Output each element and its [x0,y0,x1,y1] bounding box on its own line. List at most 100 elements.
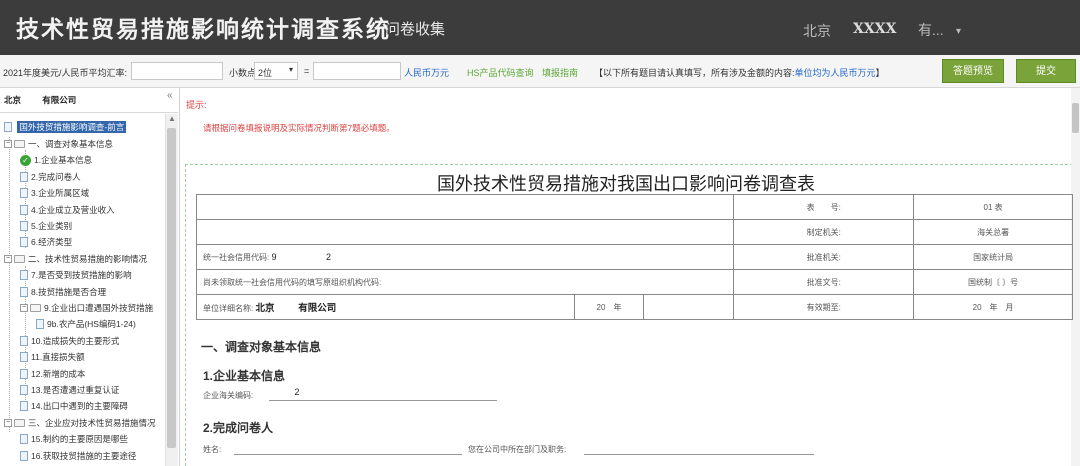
table-row: 制定机关: 海关总署 [195,219,1073,245]
fill-guide-link[interactable]: 填报指南 [542,66,578,79]
name-input[interactable] [234,454,462,455]
toolbar-notice: 【以下所有题目请认真填写，所有涉及金额的内容:单位均为人民币万元】 [594,66,885,79]
company-name-value: 北京 有限公司 [255,303,337,314]
table-cell [195,219,735,245]
sidebar-item[interactable]: 12.新增的成本 [20,368,85,384]
document-icon [20,237,28,248]
sidebar-item[interactable]: 5.企业类别 [20,220,72,236]
scroll-up-icon[interactable]: ▲ [168,114,176,123]
sidebar-scrollbar-thumb[interactable] [167,128,176,448]
org-code-cell[interactable]: 尚未领取统一社会信用代码的填写原组织机构代码: [195,269,735,295]
document-icon [20,352,28,363]
notice-suffix: 】 [875,68,885,78]
submit-button[interactable]: 提交 [1016,59,1076,83]
decimal-label: 小数点 [229,68,257,78]
table-key: 有效期至: [733,294,915,320]
check-circle-icon: ✓ [20,154,31,166]
sidebar-item[interactable]: 9b.农产品(HS编码1-24) [36,318,136,334]
sidebar-item[interactable]: 7.是否受到技贸措施的影响 [20,269,132,285]
document-icon [20,335,28,346]
hs-code-query-link[interactable]: HS产品代码查询 [467,66,534,79]
sidebar-item-label: 一、调查对象基本信息 [28,139,114,149]
form-border-top [185,164,1073,165]
decimal-select[interactable]: 2位 ▾ [254,62,298,80]
sidebar-item[interactable]: 2.完成问卷人 [20,171,81,187]
document-icon [20,401,28,412]
document-icon [20,385,28,395]
book-icon [4,122,12,132]
sidebar-item[interactable]: 6.经济类型 [20,236,72,252]
document-icon [20,434,28,445]
sidebar-item[interactable]: 16.获取技贸措施的主要途径 [20,450,136,466]
sidebar-item[interactable]: 13.是否遭遇过重复认证 [20,384,119,400]
header-city: 北京 [803,23,831,39]
table-row: 统一社会信用代码: 9 2 批准机关: 国家统计局 [195,244,1073,270]
header-user[interactable]: XXXX [853,21,896,37]
decimal-select-value: 2位 [258,68,273,78]
sidebar-item[interactable]: 3.企业所属区域 [20,187,89,203]
collapse-icon[interactable]: « [167,90,173,101]
expand-toggle-icon[interactable]: − [4,254,12,263]
department-input[interactable] [584,454,814,455]
sidebar-item-label: 4.企业成立及营业收入 [31,204,115,215]
document-icon [20,270,28,281]
sidebar-item[interactable]: 11.直接损失额 [20,351,85,367]
expand-toggle-icon[interactable]: − [20,304,28,312]
name-label: 姓名: [203,445,222,454]
sidebar-item-label: 3.企业所属区域 [31,188,90,199]
table-row: 尚未领取统一社会信用代码的填写原组织机构代码: 批准文号: 国统制〔 〕号 [195,269,1073,295]
app-header: 技术性贸易措施影响统计调查系统 问卷收集 北京 XXXX 有... ▾ [0,0,1080,55]
sidebar-item[interactable]: − 二、技术性贸易措施的影响情况 [4,253,147,269]
table-key: 批准机关: [733,244,915,270]
sidebar-company-name: 北京 有限公司 [4,95,77,105]
sidebar-item-label: 二、技术性贸易措施的影响情况 [28,253,148,264]
sidebar-item[interactable]: 4.企业成立及营业收入 [20,204,115,220]
tree-root[interactable]: 国外技贸措施影响调查-前言 [4,121,127,137]
tip-text: 请根据问卷填报说明及实际情况判断第7题必填题。 [203,123,395,133]
year-cell: 20 年 [573,294,645,320]
sidebar-item[interactable]: ✓ 1.企业基本信息 [20,154,92,170]
document-icon [20,286,28,297]
sidebar-item[interactable]: 10.造成损失的主要形式 [20,335,119,351]
table-row: 单位详细名称: 北京 有限公司 20 年 有效期至: 20 年 月 [196,294,1073,320]
nav-tab-questionnaire[interactable]: 问卷收集 [385,18,445,39]
company-name-cell[interactable]: 单位详细名称: 北京 有限公司 [196,294,575,320]
expand-toggle-icon[interactable]: − [4,140,12,148]
sidebar-item[interactable]: − 三、企业应对技术性贸易措施情况 [4,417,156,433]
expand-toggle-icon[interactable]: − [4,418,12,427]
chevron-down-icon[interactable]: ▾ [956,26,961,37]
table-row: 表 号: 01 表 [195,194,1073,220]
sidebar-item-label: 7.是否受到技贸措施的影响 [31,270,132,281]
document-icon [20,204,28,215]
subsection-heading: 1.企业基本信息 [203,369,286,383]
rmb-unit-label: 人民币万元 [404,68,450,78]
customs-code-input[interactable] [269,400,497,401]
sidebar-item-label: 9b.农产品(HS编码1-24) [47,319,136,330]
form-border-left [185,164,186,466]
preview-button[interactable]: 答题预览 [942,59,1004,83]
document-icon [20,368,28,379]
sidebar-item[interactable]: 15.制约的主要原因是哪些 [20,433,128,449]
sidebar-item-label: 14.出口中遇到的主要障碍 [31,401,128,412]
customs-code-value: 2 [272,387,300,397]
equals-sign: = [304,66,310,76]
rate-input[interactable] [131,62,223,80]
folder-icon [14,254,25,263]
sidebar-item-label: 5.企业类别 [31,221,73,231]
survey-header-table: 表 号: 01 表 制定机关: 海关总署 统一社会信用代码: 9 2 批准机关:… [195,194,1073,320]
credit-code-cell[interactable]: 统一社会信用代码: 9 2 [195,244,735,270]
sidebar-item[interactable]: − 一、调查对象基本信息 [4,138,113,154]
sidebar-item[interactable]: 8.技贸措施是否合理 [20,286,106,302]
rmb-result-input[interactable] [313,62,401,80]
main-content: 提示: 请根据问卷填报说明及实际情况判断第7题必填题。 国外技术性贸易措施对我国… [181,88,1080,466]
sidebar-item-label: 8.技贸措施是否合理 [31,286,107,297]
sidebar-tree: 北京 有限公司 « ▲ 国外技贸措施影响调查-前言 − 一、调查对象基本信息 ✓ 1.… [0,88,180,466]
tree-root-label: 国外技贸措施影响调查-前言 [17,121,127,133]
company-name-label: 单位详细名称: [203,304,254,313]
app-title: 技术性贸易措施影响统计调查系统 [16,16,391,43]
table-key: 批准文号: [733,269,915,295]
header-more-menu[interactable]: 有... [918,20,944,40]
sidebar-item[interactable]: − 9.企业出口遭遇国外技贸措施 [20,302,153,318]
sidebar-item[interactable]: 14.出口中遇到的主要障碍 [20,400,128,416]
main-scrollbar-thumb[interactable] [1072,103,1079,133]
